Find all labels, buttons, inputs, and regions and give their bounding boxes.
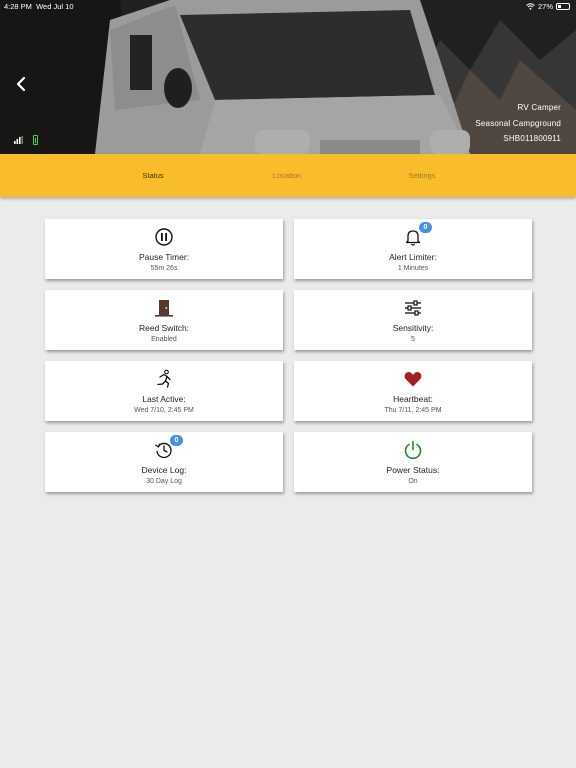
device-battery-icon (33, 135, 38, 145)
reed-switch-title: Reed Switch: (138, 323, 190, 333)
alert-limiter-badge: 0 (419, 222, 432, 233)
device-log-title: Device Log: (141, 465, 187, 475)
status-clock: 4:28 PM (4, 2, 32, 11)
wifi-icon (526, 3, 535, 10)
reed-switch-card[interactable]: Reed Switch: Enabled (45, 290, 283, 350)
pause-timer-card[interactable]: Pause Timer: 55m 26s (45, 219, 283, 279)
alert-limiter-icon-wrap: 0 (403, 222, 432, 247)
door-icon (155, 300, 173, 317)
status-right: 27% (526, 2, 570, 11)
power-status-card[interactable]: Power Status: On (294, 432, 532, 492)
device-log-icon-wrap: 0 (154, 435, 183, 460)
alert-limiter-value: 1 Minutes (397, 265, 429, 272)
tab-location[interactable]: Location (273, 171, 301, 180)
sliders-icon (405, 300, 421, 316)
heart-icon (404, 372, 422, 387)
device-log-card[interactable]: 0 Device Log: 30 Day Log (45, 432, 283, 492)
heartbeat-value: Thu 7/11, 2:45 PM (384, 407, 442, 414)
running-icon (157, 369, 171, 388)
last-active-card[interactable]: Last Active: Wed 7/10, 2:45 PM (45, 361, 283, 421)
status-bar: 4:28 PM Wed Jul 10 27% (0, 0, 576, 12)
status-time: 4:28 PM Wed Jul 10 (4, 2, 74, 11)
heartbeat-title: Heartbeat: (393, 394, 433, 404)
tab-bar: Status Location Settings (0, 154, 576, 197)
alert-limiter-card[interactable]: 0 Alert Limiter: 1 Minutes (294, 219, 532, 279)
sensitivity-title: Sensitivity: (392, 323, 434, 333)
device-name: RV Camper (517, 103, 561, 112)
device-location: Seasonal Campground (475, 118, 561, 128)
tab-settings[interactable]: Settings (408, 171, 435, 180)
pause-icon (155, 228, 173, 246)
reed-switch-value: Enabled (151, 336, 177, 343)
signal-icon (14, 136, 23, 144)
sensitivity-value: 5 (411, 336, 415, 343)
heartbeat-card[interactable]: Heartbeat: Thu 7/11, 2:45 PM (294, 361, 532, 421)
power-status-title: Power Status: (386, 465, 440, 475)
device-log-value: 30 Day Log (146, 478, 182, 485)
power-status-value: On (408, 478, 418, 485)
pause-timer-value: 55m 26s (150, 265, 178, 272)
chevron-left-icon[interactable] (14, 76, 30, 92)
sensitivity-card[interactable]: Sensitivity: 5 (294, 290, 532, 350)
pause-timer-title: Pause Timer: (138, 252, 190, 262)
battery-percent: 27% (537, 2, 553, 11)
device-serial: SHB011800911 (503, 134, 561, 143)
tab-status[interactable]: Status (142, 171, 163, 180)
power-icon (404, 440, 422, 460)
device-log-badge: 0 (170, 435, 183, 446)
alert-limiter-title: Alert Limiter: (389, 252, 437, 262)
battery-icon (556, 3, 570, 10)
last-active-title: Last Active: (142, 394, 186, 404)
last-active-value: Wed 7/10, 2:45 PM (134, 407, 194, 414)
hero-banner: 4:28 PM Wed Jul 10 27% RV Camper Seasona… (0, 0, 576, 154)
device-info: RV Camper Seasonal Campground SHB0118009… (475, 100, 561, 147)
status-date: Wed Jul 10 (36, 2, 74, 11)
